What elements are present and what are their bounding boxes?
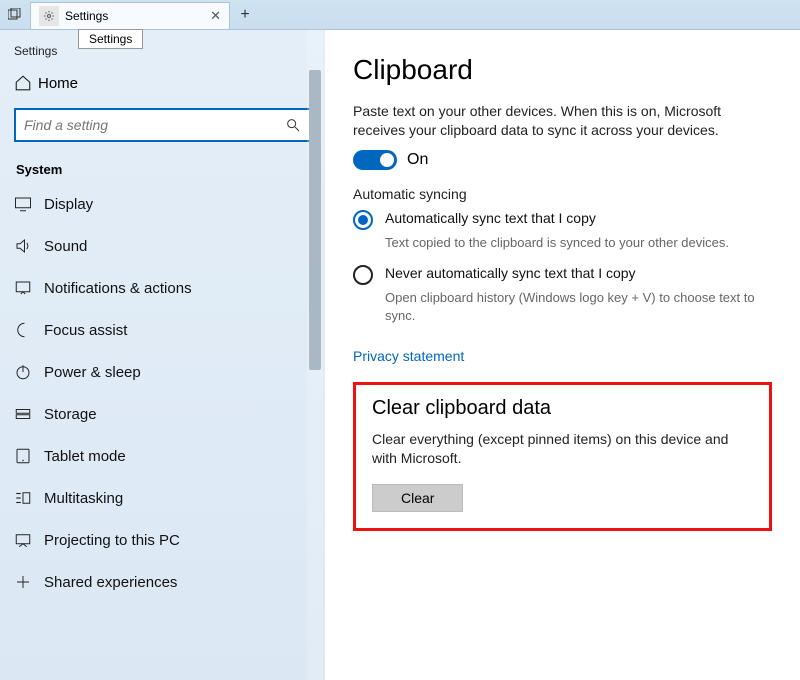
- nav-label: Tablet mode: [44, 448, 126, 465]
- gear-icon: [39, 6, 59, 26]
- sidebar-scrollbar[interactable]: [307, 30, 323, 680]
- tab-tooltip: Settings: [78, 29, 143, 49]
- sync-toggle[interactable]: [353, 150, 397, 170]
- home-icon: [14, 74, 38, 92]
- moon-icon: [14, 321, 44, 339]
- display-icon: [14, 195, 44, 213]
- nav-sound[interactable]: Sound: [0, 225, 325, 267]
- clear-button[interactable]: Clear: [372, 484, 463, 512]
- nav-label: Shared experiences: [44, 574, 177, 591]
- nav-tablet-mode[interactable]: Tablet mode: [0, 435, 325, 477]
- sidebar: Settings Home System Display Sound Notif…: [0, 30, 325, 680]
- tab-label: Settings: [65, 9, 108, 23]
- title-bar: Settings ✕ +: [0, 0, 800, 30]
- privacy-link[interactable]: Privacy statement: [353, 348, 464, 364]
- new-tab-button[interactable]: +: [230, 0, 260, 29]
- nav-notifications[interactable]: Notifications & actions: [0, 267, 325, 309]
- shared-icon: [14, 573, 44, 591]
- nav-storage[interactable]: Storage: [0, 393, 325, 435]
- radio-never-sync[interactable]: Never automatically sync text that I cop…: [353, 265, 772, 285]
- projecting-icon: [14, 531, 44, 549]
- radio-dot-icon: [353, 210, 373, 230]
- storage-icon: [14, 405, 44, 423]
- tablet-icon: [14, 447, 44, 465]
- nav-label: Sound: [44, 238, 87, 255]
- power-icon: [14, 363, 44, 381]
- clear-heading: Clear clipboard data: [372, 397, 753, 420]
- browser-tab[interactable]: Settings ✕: [30, 2, 230, 29]
- sound-icon: [14, 237, 44, 255]
- page-title: Clipboard: [353, 54, 772, 86]
- radio-label: Never automatically sync text that I cop…: [385, 265, 636, 281]
- nav-home-label: Home: [38, 75, 78, 92]
- main-panel: Clipboard Paste text on your other devic…: [325, 30, 800, 680]
- nav-group-system: System: [0, 156, 325, 183]
- nav-label: Storage: [44, 406, 97, 423]
- radio-auto-sync[interactable]: Automatically sync text that I copy: [353, 210, 772, 230]
- tasks-icon[interactable]: [0, 0, 30, 29]
- nav-label: Focus assist: [44, 322, 127, 339]
- clear-description: Clear everything (except pinned items) o…: [372, 430, 753, 468]
- nav-home[interactable]: Home: [0, 66, 325, 100]
- radio-hint: Text copied to the clipboard is synced t…: [385, 234, 772, 252]
- nav-projecting[interactable]: Projecting to this PC: [0, 519, 325, 561]
- close-icon[interactable]: ✕: [210, 8, 221, 24]
- multitasking-icon: [14, 489, 44, 507]
- radio-dot-icon: [353, 265, 373, 285]
- nav-multitasking[interactable]: Multitasking: [0, 477, 325, 519]
- nav-shared-experiences[interactable]: Shared experiences: [0, 561, 325, 603]
- nav-label: Multitasking: [44, 490, 123, 507]
- search-box[interactable]: [14, 108, 311, 142]
- toggle-label: On: [407, 151, 428, 169]
- search-icon: [285, 117, 301, 133]
- nav-label: Notifications & actions: [44, 280, 192, 297]
- radio-hint: Open clipboard history (Windows logo key…: [385, 289, 772, 324]
- nav-label: Projecting to this PC: [44, 532, 180, 549]
- nav-label: Display: [44, 196, 93, 213]
- search-input[interactable]: [24, 117, 285, 133]
- app-title: Settings: [0, 40, 325, 66]
- nav-label: Power & sleep: [44, 364, 141, 381]
- clear-clipboard-section: Clear clipboard data Clear everything (e…: [353, 382, 772, 531]
- nav-power-sleep[interactable]: Power & sleep: [0, 351, 325, 393]
- auto-sync-heading: Automatic syncing: [353, 186, 772, 202]
- nav-focus-assist[interactable]: Focus assist: [0, 309, 325, 351]
- nav-display[interactable]: Display: [0, 183, 325, 225]
- notifications-icon: [14, 279, 44, 297]
- radio-label: Automatically sync text that I copy: [385, 210, 596, 226]
- intro-text: Paste text on your other devices. When t…: [353, 102, 772, 140]
